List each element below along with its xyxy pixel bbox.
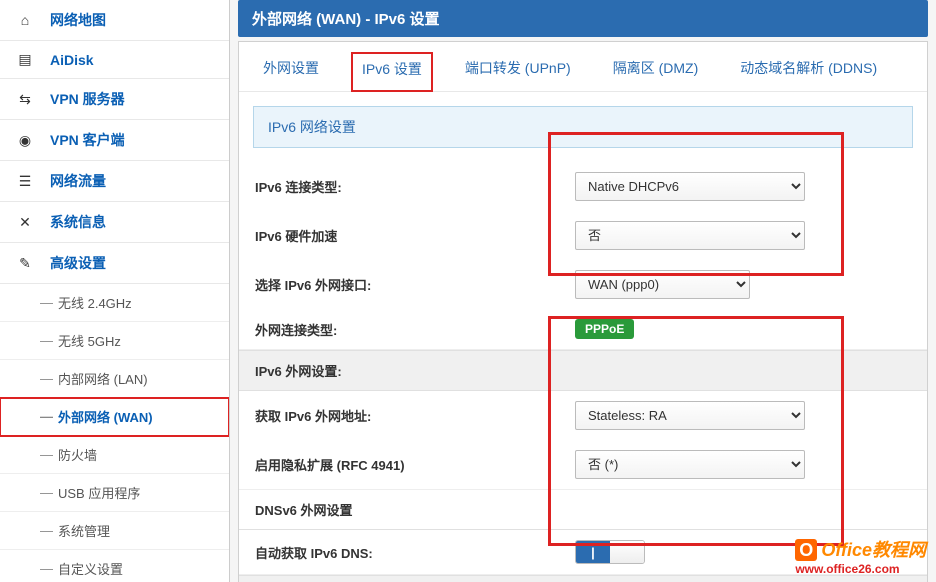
sidebar-sub-label: USB 应用程序 bbox=[58, 483, 140, 502]
label-privacy: 启用隐私扩展 (RFC 4941) bbox=[255, 455, 575, 474]
select-hw-accel[interactable]: 否 bbox=[575, 221, 805, 250]
section-dnsv6: DNSv6 外网设置 bbox=[239, 490, 927, 530]
sidebar-sub-sysmgmt[interactable]: —系统管理 bbox=[0, 512, 229, 550]
sidebar-label: AiDisk bbox=[50, 52, 94, 68]
row-auto-dns: 自动获取 IPv6 DNS: | bbox=[239, 530, 927, 575]
sidebar-sub-custom[interactable]: —自定义设置 bbox=[0, 550, 229, 582]
dash-icon: — bbox=[40, 447, 58, 462]
sidebar-sub-label: 防火墙 bbox=[58, 445, 97, 464]
tab-ddns[interactable]: 动态域名解析 (DDNS) bbox=[730, 52, 887, 91]
sysinfo-icon: ✕ bbox=[14, 214, 36, 231]
label-conn-type: IPv6 连接类型: bbox=[255, 177, 575, 196]
select-privacy[interactable]: 否 (*) bbox=[575, 450, 805, 479]
traffic-icon: ☰ bbox=[14, 173, 36, 190]
select-iface[interactable]: WAN (ppp0) bbox=[575, 270, 750, 299]
main-content: 外部网络 (WAN) - IPv6 设置 外网设置 IPv6 设置 端口转发 (… bbox=[230, 0, 936, 582]
sidebar-sub-label: 自定义设置 bbox=[58, 559, 123, 578]
vpn-server-icon: ⇆ bbox=[14, 91, 36, 108]
tab-dmz[interactable]: 隔离区 (DMZ) bbox=[603, 52, 709, 91]
label-wan-type: 外网连接类型: bbox=[255, 320, 575, 339]
page-title: 外部网络 (WAN) - IPv6 设置 bbox=[238, 0, 928, 37]
sidebar-item-vpn-client[interactable]: ◉ VPN 客户端 bbox=[0, 120, 229, 161]
sidebar-sub-lan[interactable]: —内部网络 (LAN) bbox=[0, 360, 229, 398]
label-iface: 选择 IPv6 外网接口: bbox=[255, 275, 575, 294]
sidebar-label: 网络流量 bbox=[50, 171, 106, 191]
sidebar-item-sysinfo[interactable]: ✕ 系统信息 bbox=[0, 202, 229, 243]
dash-icon: — bbox=[40, 333, 58, 348]
dash-icon: — bbox=[40, 371, 58, 386]
sidebar-sub-firewall[interactable]: —防火墙 bbox=[0, 436, 229, 474]
row-conn-type: IPv6 连接类型: Native DHCPv6 bbox=[239, 162, 927, 211]
sidebar-label: 高级设置 bbox=[50, 253, 106, 273]
sidebar-label: VPN 服务器 bbox=[50, 89, 125, 109]
badge-pppoe: PPPoE bbox=[575, 319, 634, 339]
tab-ipv6-settings[interactable]: IPv6 设置 bbox=[351, 52, 433, 92]
row-wan-type: 外网连接类型: PPPoE bbox=[239, 309, 927, 350]
sidebar-label: VPN 客户端 bbox=[50, 130, 125, 150]
toggle-off bbox=[610, 541, 644, 563]
select-get-addr[interactable]: Stateless: RA bbox=[575, 401, 805, 430]
section-ipv6-lan: IPv6 内网设置 bbox=[239, 575, 927, 582]
sidebar-sub-wireless-5[interactable]: —无线 5GHz bbox=[0, 322, 229, 360]
sidebar-label: 系统信息 bbox=[50, 212, 106, 232]
sidebar-label: 网络地图 bbox=[50, 10, 106, 30]
sidebar-sub-usb[interactable]: —USB 应用程序 bbox=[0, 474, 229, 512]
sidebar-sub-label: 无线 5GHz bbox=[58, 331, 121, 350]
sidebar-item-advanced[interactable]: ✎ 高级设置 bbox=[0, 243, 229, 284]
dash-icon: — bbox=[40, 523, 58, 538]
tabs: 外网设置 IPv6 设置 端口转发 (UPnP) 隔离区 (DMZ) 动态域名解… bbox=[239, 42, 927, 92]
card: 外网设置 IPv6 设置 端口转发 (UPnP) 隔离区 (DMZ) 动态域名解… bbox=[238, 41, 928, 582]
label-get-addr: 获取 IPv6 外网地址: bbox=[255, 406, 575, 425]
row-iface: 选择 IPv6 外网接口: WAN (ppp0) bbox=[239, 260, 927, 309]
sidebar-item-traffic[interactable]: ☰ 网络流量 bbox=[0, 161, 229, 202]
tab-upnp[interactable]: 端口转发 (UPnP) bbox=[455, 52, 581, 91]
dash-icon: — bbox=[40, 409, 58, 424]
sidebar-item-vpn-server[interactable]: ⇆ VPN 服务器 bbox=[0, 79, 229, 120]
home-icon: ⌂ bbox=[14, 12, 36, 28]
dash-icon: — bbox=[40, 561, 58, 576]
section-banner: IPv6 网络设置 bbox=[253, 106, 913, 148]
row-get-addr: 获取 IPv6 外网地址: Stateless: RA bbox=[239, 391, 927, 440]
row-hw-accel: IPv6 硬件加速 否 bbox=[239, 211, 927, 260]
toggle-auto-dns[interactable]: | bbox=[575, 540, 645, 564]
sidebar-sub-wan[interactable]: —外部网络 (WAN) bbox=[0, 398, 229, 436]
sidebar-sub-label: 内部网络 (LAN) bbox=[58, 369, 148, 388]
wrench-icon: ✎ bbox=[14, 255, 36, 272]
sidebar-sub-label: 外部网络 (WAN) bbox=[58, 407, 153, 426]
label-hw-accel: IPv6 硬件加速 bbox=[255, 226, 575, 245]
toggle-on: | bbox=[576, 541, 610, 563]
dash-icon: — bbox=[40, 295, 58, 310]
sidebar-item-aidisk[interactable]: ▤ AiDisk bbox=[0, 41, 229, 79]
disk-icon: ▤ bbox=[14, 51, 36, 68]
select-conn-type[interactable]: Native DHCPv6 bbox=[575, 172, 805, 201]
tab-wan-settings[interactable]: 外网设置 bbox=[253, 52, 329, 91]
vpn-client-icon: ◉ bbox=[14, 132, 36, 149]
dash-icon: — bbox=[40, 485, 58, 500]
sidebar-item-map[interactable]: ⌂ 网络地图 bbox=[0, 0, 229, 41]
sidebar-sub-wireless-24[interactable]: —无线 2.4GHz bbox=[0, 284, 229, 322]
row-privacy: 启用隐私扩展 (RFC 4941) 否 (*) bbox=[239, 440, 927, 490]
sidebar-sub-label: 系统管理 bbox=[58, 521, 110, 540]
sidebar-sub-label: 无线 2.4GHz bbox=[58, 293, 132, 312]
label-auto-dns: 自动获取 IPv6 DNS: bbox=[255, 543, 575, 562]
section-ipv6-wan: IPv6 外网设置: bbox=[239, 350, 927, 391]
sidebar: ⌂ 网络地图 ▤ AiDisk ⇆ VPN 服务器 ◉ VPN 客户端 ☰ 网络流量 ✕ 系… bbox=[0, 0, 230, 582]
